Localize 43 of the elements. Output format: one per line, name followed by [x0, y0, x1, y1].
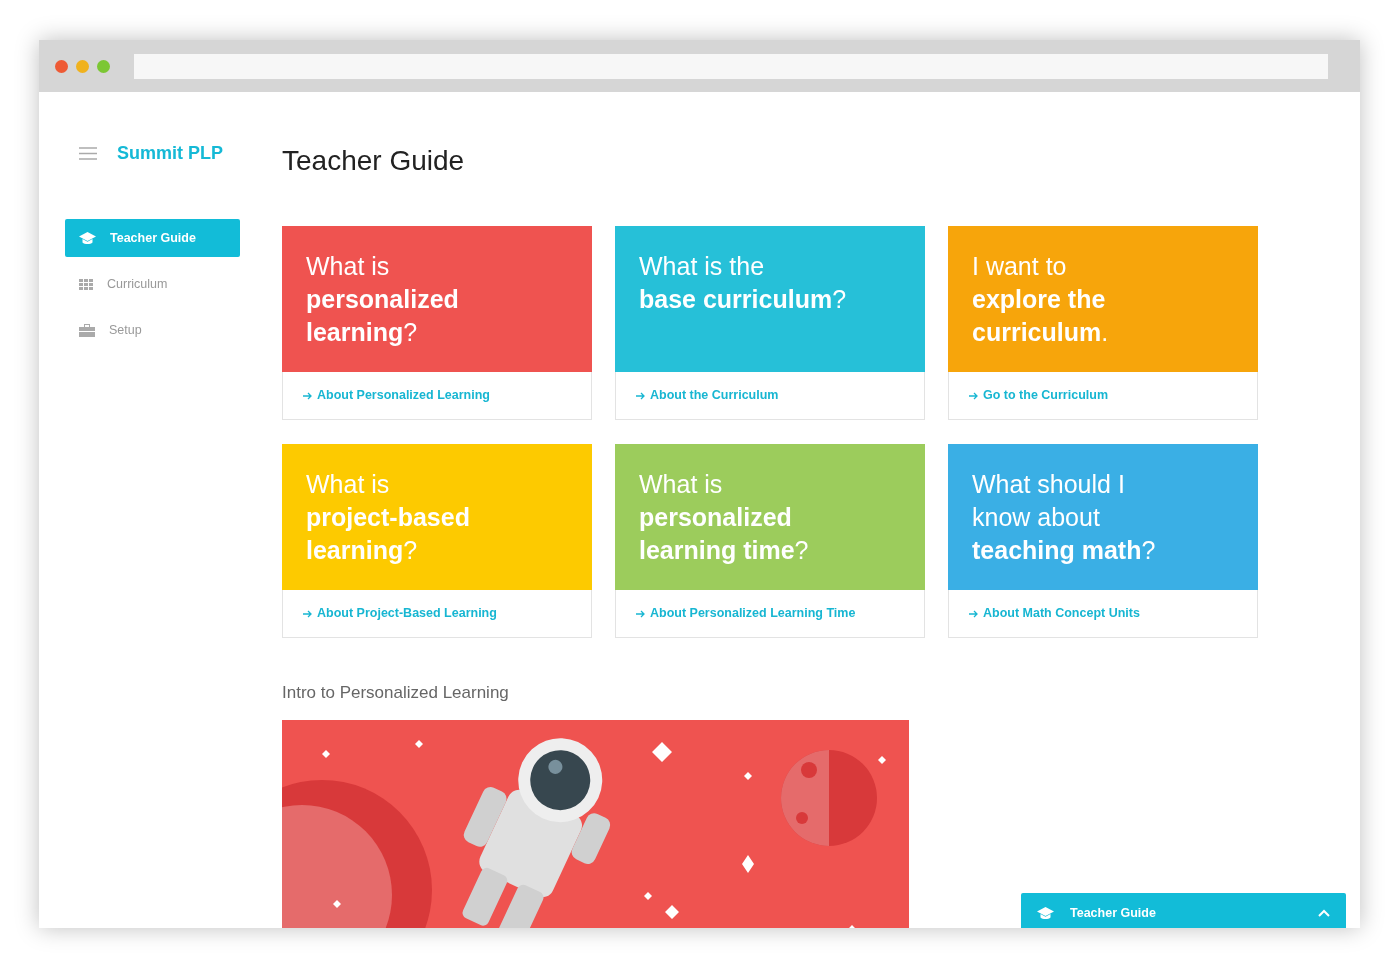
card-title: What is personalized learning? — [306, 251, 460, 348]
card-header[interactable]: What is the base curriculum? — [615, 226, 925, 372]
arrow-right-icon — [303, 391, 312, 400]
card-link[interactable]: About Personalized Learning Time — [636, 604, 856, 623]
card-header[interactable]: What should I know about teaching math? — [948, 444, 1258, 590]
menu-icon[interactable] — [79, 147, 97, 160]
card-title: I want to explore the curriculum. — [972, 251, 1110, 348]
card-link[interactable]: About Project-Based Learning — [303, 604, 497, 623]
brand-name[interactable]: Summit PLP — [117, 140, 223, 167]
window-control-dot[interactable] — [76, 59, 89, 73]
section-title: Intro to Personalized Learning — [282, 682, 510, 704]
grid-icon — [79, 278, 93, 290]
arrow-right-icon — [969, 391, 978, 400]
card-link[interactable]: About Math Concept Units — [969, 604, 1140, 623]
card-header[interactable]: What is personalized learning time? — [615, 444, 925, 590]
window-control-dot[interactable] — [55, 59, 68, 73]
arrow-right-icon — [969, 609, 978, 618]
window-control-dot[interactable] — [97, 59, 110, 73]
arrow-right-icon — [636, 609, 645, 618]
card-link[interactable]: Go to the Curriculum — [969, 386, 1108, 405]
card-header[interactable]: I want to explore the curriculum. — [948, 226, 1258, 372]
card-link[interactable]: About Personalized Learning — [303, 386, 490, 405]
card-title: What should I know about teaching math? — [972, 469, 1157, 566]
sidebar-item[interactable]: Setup — [65, 311, 240, 349]
chevron-up-icon[interactable] — [1318, 909, 1330, 917]
address-bar[interactable] — [134, 53, 1328, 79]
arrow-right-icon — [303, 609, 312, 618]
arrow-right-icon — [636, 391, 645, 400]
panel-title: Teacher Guide — [1070, 904, 1157, 922]
card-title: What is project-based learning? — [306, 469, 471, 566]
card-title: What is the base curriculum? — [639, 251, 848, 315]
sidebar-item[interactable]: Teacher Guide — [65, 219, 240, 257]
bottom-panel-bar[interactable]: Teacher Guide — [1021, 893, 1346, 928]
card-header[interactable]: What is project-based learning? — [282, 444, 592, 590]
card-header[interactable]: What is personalized learning? — [282, 226, 592, 372]
page-title: Teacher Guide — [282, 144, 466, 178]
astronaut-illustration-drawing[interactable] — [282, 719, 909, 928]
graduation-cap-icon — [79, 231, 96, 245]
briefcase-icon — [79, 323, 95, 337]
card-title: What is personalized learning time? — [639, 469, 810, 566]
graduation-cap-icon — [1037, 906, 1054, 920]
sidebar-item[interactable]: Curriculum — [65, 265, 240, 303]
card-link[interactable]: About the Curriculum — [636, 386, 779, 405]
